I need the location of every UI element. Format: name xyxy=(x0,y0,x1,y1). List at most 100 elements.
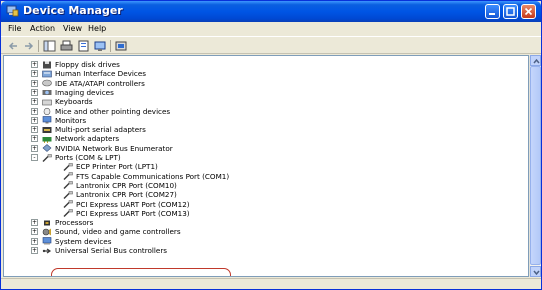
nvidia-icon xyxy=(42,144,52,153)
expand-icon[interactable]: + xyxy=(31,61,38,68)
properties-icon[interactable] xyxy=(77,40,90,52)
menu-help[interactable]: Help xyxy=(88,24,106,33)
expand-icon[interactable]: + xyxy=(31,70,38,78)
tree-category[interactable]: + Human Interface Devices xyxy=(4,69,524,78)
port-icon xyxy=(63,163,73,171)
tree-category[interactable]: + Floppy disk drives xyxy=(4,60,524,69)
sound-icon xyxy=(42,228,51,236)
tree-item-label: IDE ATA/ATAPI controllers xyxy=(55,78,145,88)
serial-adapter-icon xyxy=(42,126,52,133)
highlight-ring xyxy=(51,268,231,276)
device-manager-icon xyxy=(6,5,19,17)
menu-action[interactable]: Action xyxy=(30,24,55,33)
menu-bar: File Action View Help xyxy=(1,22,541,36)
vertical-scrollbar[interactable] xyxy=(529,55,541,277)
scan-hardware-icon[interactable] xyxy=(94,40,107,52)
hid-icon xyxy=(42,70,52,78)
maximize-icon xyxy=(506,7,515,16)
tree-category[interactable]: + Multi-port serial adapters xyxy=(4,125,524,134)
expand-icon[interactable]: + xyxy=(31,88,38,96)
tree-item-label: Lantronix CPR Port (COM10) xyxy=(76,180,177,190)
floppy-icon xyxy=(43,61,51,68)
tree-port-highlighted[interactable]: PCI Express UART Port (COM12) xyxy=(4,200,524,209)
show-hide-tree-icon[interactable] xyxy=(43,40,56,52)
window-title: Device Manager xyxy=(23,4,123,17)
tree-item-label: Network adapters xyxy=(55,134,120,144)
tree-category[interactable]: + Processors xyxy=(4,218,524,227)
tree-port[interactable]: PCI Express UART Port (COM13) xyxy=(4,209,524,218)
tree-category[interactable]: + Sound, video and game controllers xyxy=(4,227,524,236)
tree-category[interactable]: + Network adapters xyxy=(4,134,524,143)
port-icon xyxy=(63,172,73,181)
tree-category[interactable]: + Imaging devices xyxy=(4,88,524,97)
menu-view[interactable]: View xyxy=(63,24,82,33)
expand-icon[interactable]: + xyxy=(31,228,38,236)
minimize-button[interactable] xyxy=(485,4,500,19)
tree-item-label: Human Interface Devices xyxy=(55,69,146,79)
toolbar-separator xyxy=(38,40,39,52)
tree-item-label: Multi-port serial adapters xyxy=(55,125,146,135)
forward-arrow-icon[interactable] xyxy=(22,40,35,52)
tree-category-ports[interactable]: - Ports (COM & LPT) xyxy=(4,153,524,162)
scroll-thumb[interactable] xyxy=(530,66,541,265)
tree-item-label: ECP Printer Port (LPT1) xyxy=(76,162,158,172)
tree-item-label: PCI Express UART Port (COM12) xyxy=(76,199,190,209)
expand-icon[interactable]: + xyxy=(31,126,38,134)
tree-port[interactable]: Lantronix CPR Port (COM27) xyxy=(4,190,524,199)
port-icon xyxy=(63,190,73,199)
tree-item-label: Ports (COM & LPT) xyxy=(55,153,121,162)
tree-category[interactable]: + Universal Serial Bus controllers xyxy=(4,246,524,255)
device-tree-panel[interactable]: + Floppy disk drives + Human Interface Devi… xyxy=(3,55,529,277)
tree-category[interactable]: + Monitors xyxy=(4,116,524,125)
toolbar-separator xyxy=(110,40,111,52)
status-bar xyxy=(1,278,541,289)
toolbar xyxy=(1,36,541,54)
monitor-icon xyxy=(42,116,52,124)
tree-item-label: PCI Express UART Port (COM13) xyxy=(76,208,190,218)
close-icon xyxy=(524,7,533,16)
tree-category[interactable]: + IDE ATA/ATAPI controllers xyxy=(4,79,524,88)
scroll-up-button[interactable] xyxy=(530,55,541,66)
back-arrow-icon[interactable] xyxy=(7,40,20,52)
expand-icon[interactable]: + xyxy=(31,144,38,152)
title-bar[interactable]: Device Manager xyxy=(1,1,541,22)
tree-port[interactable]: FTS Capable Communications Port (COM1) xyxy=(4,172,524,181)
device-manager-window: Device Manager File Action View Help + Fl… xyxy=(0,0,542,290)
close-button[interactable] xyxy=(521,4,536,19)
expand-icon[interactable]: + xyxy=(31,135,38,143)
tree-item-label: FTS Capable Communications Port (COM1) xyxy=(76,171,230,181)
chevron-down-icon xyxy=(533,270,540,276)
expand-icon[interactable]: + xyxy=(31,219,38,227)
tree-item-label: Keyboards xyxy=(55,97,93,107)
collapse-icon[interactable]: - xyxy=(31,154,38,161)
usb-icon xyxy=(42,248,52,253)
port-icon xyxy=(63,200,73,208)
maximize-button[interactable] xyxy=(503,4,518,19)
scroll-down-button[interactable] xyxy=(530,266,541,277)
menu-file[interactable]: File xyxy=(8,24,21,33)
chevron-up-icon xyxy=(533,58,540,64)
print-icon[interactable] xyxy=(60,40,73,52)
mouse-icon xyxy=(43,107,51,115)
camera-icon xyxy=(42,90,52,96)
tree-category[interactable]: + NVIDIA Network Bus Enumerator xyxy=(4,144,524,153)
expand-icon[interactable]: + xyxy=(31,247,38,254)
expand-icon[interactable]: + xyxy=(31,237,38,245)
tree-item-label: Monitors xyxy=(55,115,87,125)
expand-icon[interactable]: + xyxy=(31,79,38,87)
expand-icon[interactable]: + xyxy=(31,107,38,115)
tree-item-label: Processors xyxy=(55,218,94,228)
tree-category[interactable]: + System devices xyxy=(4,237,524,246)
minimize-icon xyxy=(489,13,495,15)
tree-category[interactable]: + Keyboards xyxy=(4,97,524,106)
update-driver-icon[interactable] xyxy=(115,40,128,52)
tree-category[interactable]: + Mice and other pointing devices xyxy=(4,107,524,116)
tree-port[interactable]: Lantronix CPR Port (COM10) xyxy=(4,181,524,190)
ide-icon xyxy=(42,79,52,87)
port-icon xyxy=(63,209,73,218)
expand-icon[interactable]: + xyxy=(31,98,38,106)
tree-port[interactable]: ECP Printer Port (LPT1) xyxy=(4,162,524,171)
expand-icon[interactable]: + xyxy=(31,116,38,124)
tree-item-label: Sound, video and game controllers xyxy=(55,227,181,237)
tree-item-label: Mice and other pointing devices xyxy=(55,106,171,116)
